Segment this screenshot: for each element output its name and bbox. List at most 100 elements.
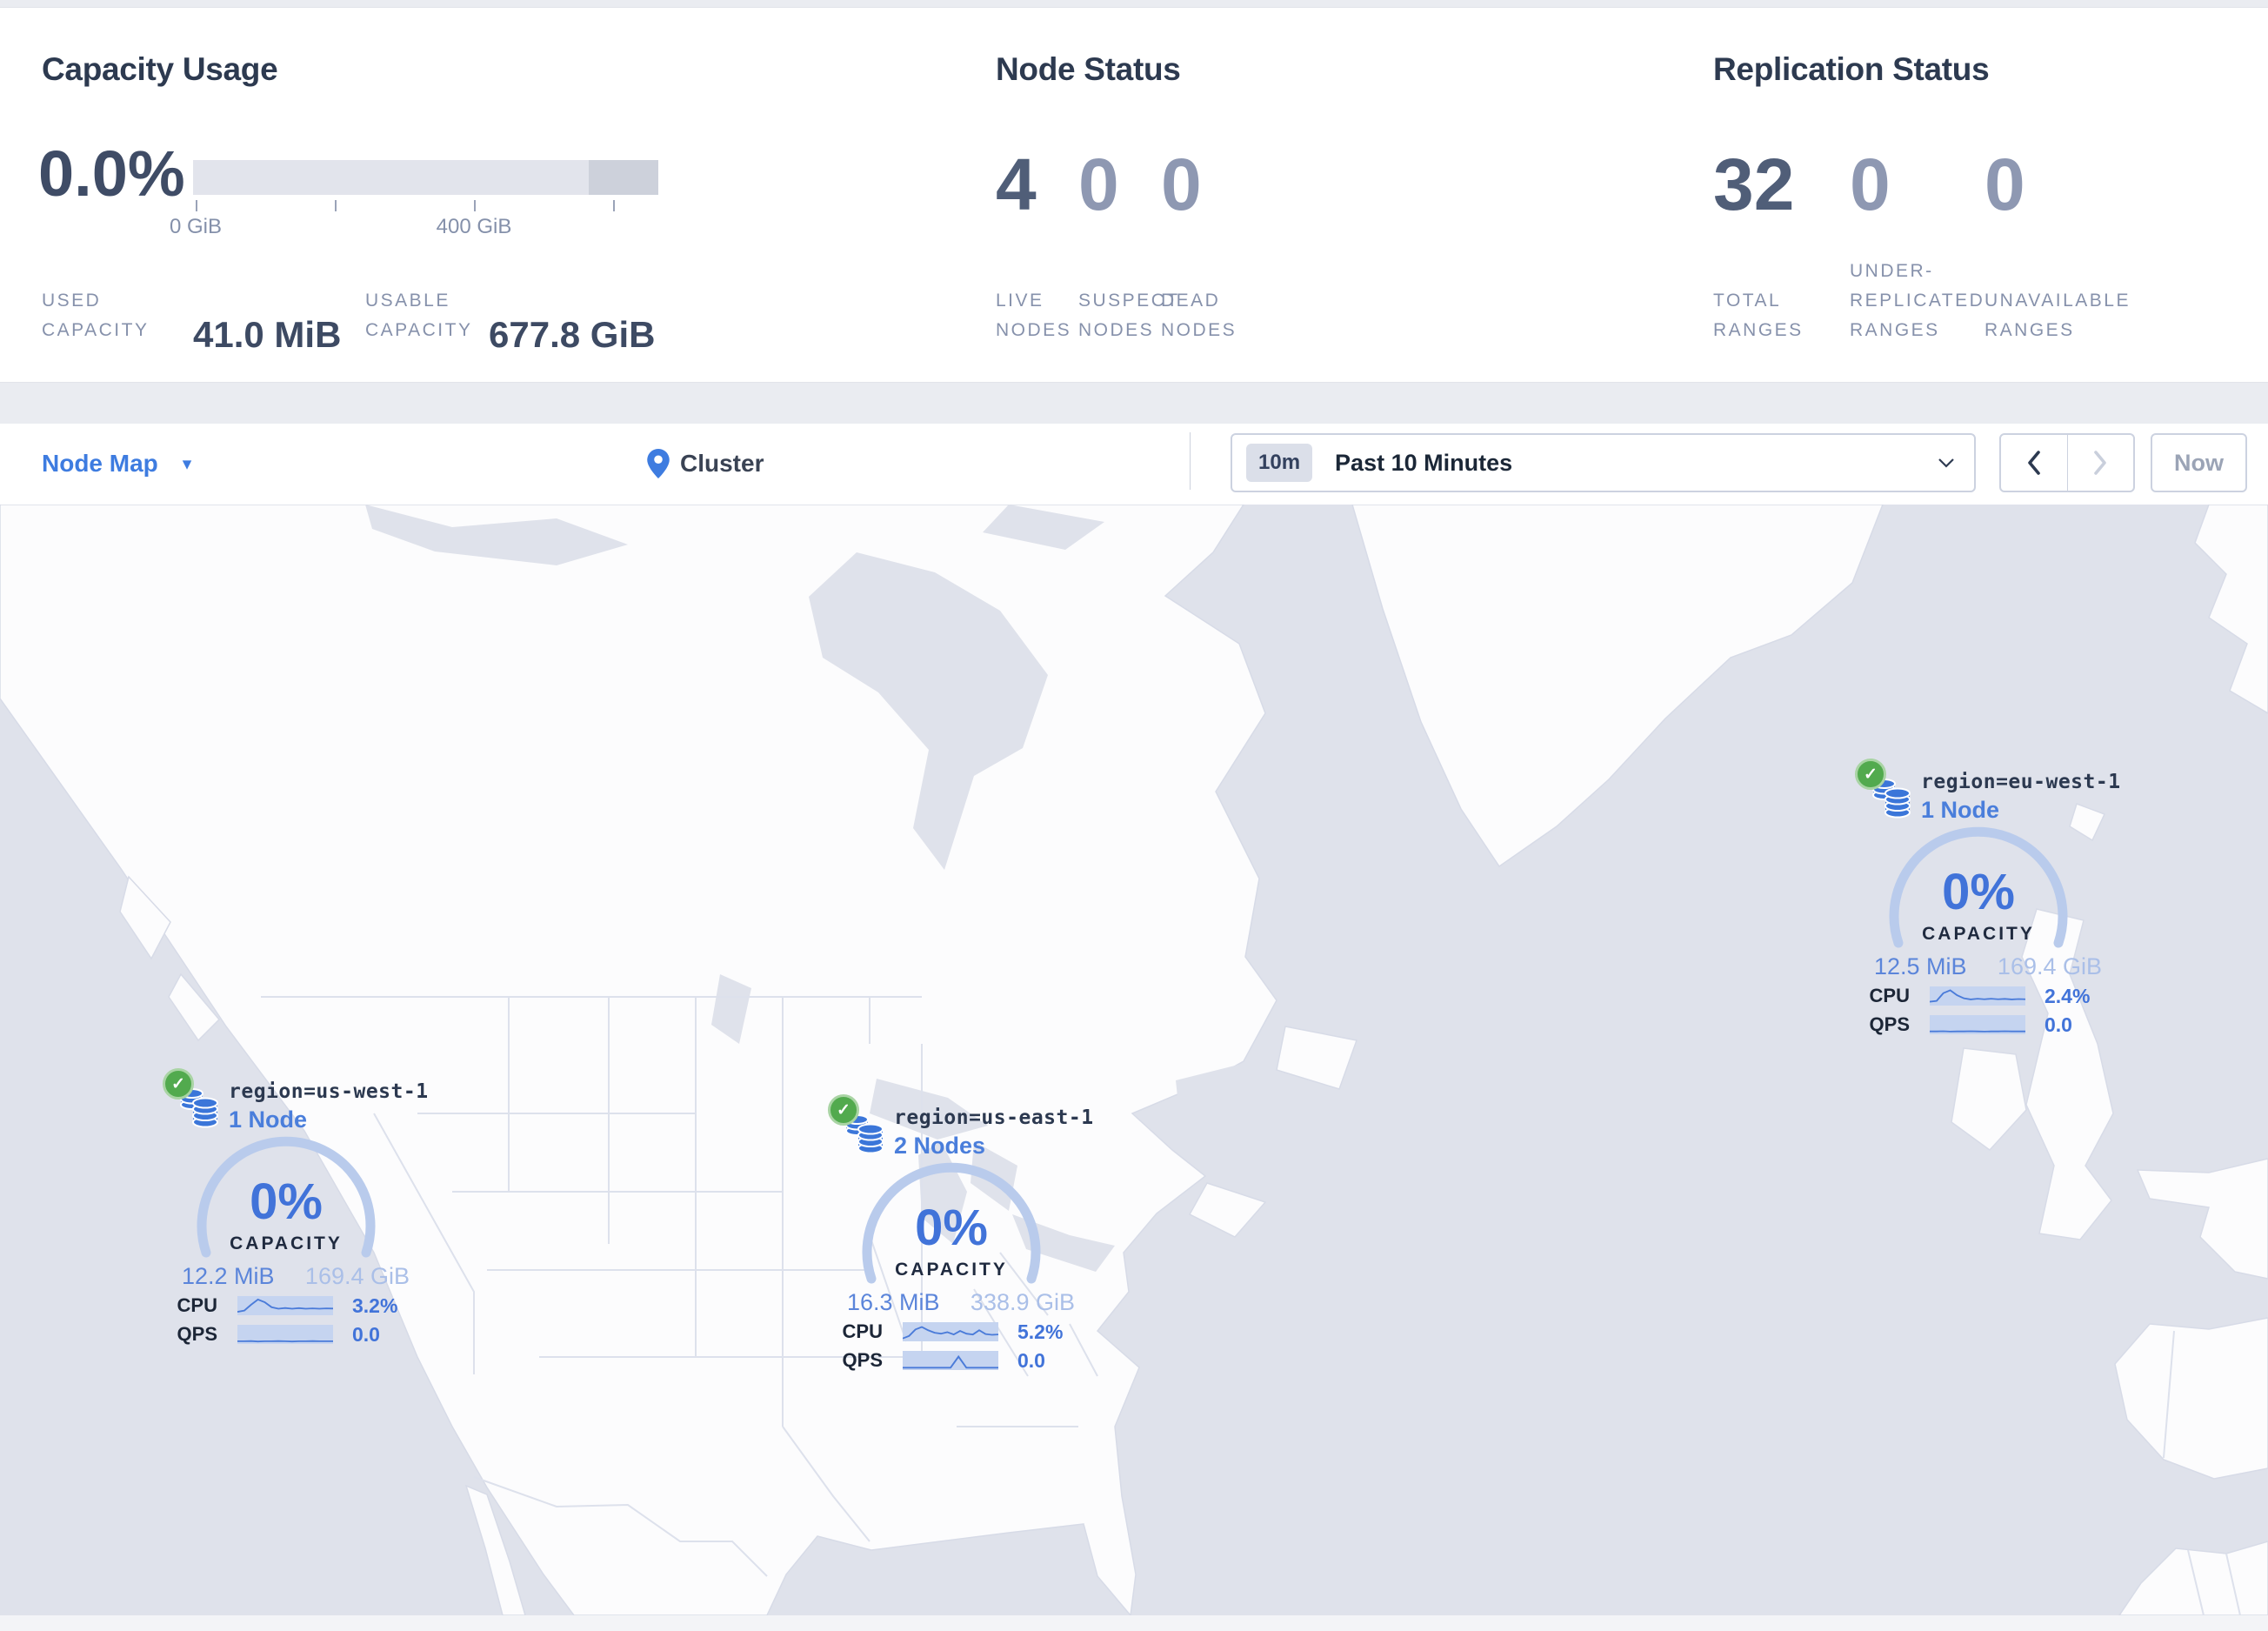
qps-row: QPS 0.0 [163,1323,424,1346]
label-line: NODES [996,320,1072,340]
label-line: LIVE [996,291,1044,311]
region-node-count: 2 Nodes [894,1133,986,1159]
used-capacity-label: USED CAPACITY [42,254,149,345]
axis-tick [335,200,337,211]
next-time-button[interactable] [2068,435,2134,491]
previous-time-button[interactable] [2001,435,2068,491]
total-ranges-count: 32 [1713,144,1795,225]
region-node-count: 1 Node [229,1106,308,1133]
axis-tick-label: 400 GiB [436,215,512,238]
label-line: RANGES [1850,320,1940,340]
under-replicated-ranges-label: UNDER- REPLICATED RANGES [1850,254,1984,345]
cpu-row: CPU 5.2% [828,1320,1089,1343]
cpu-value: 3.2% [352,1293,398,1317]
breadcrumb[interactable]: Cluster [647,443,764,485]
label-line: CAPACITY [42,320,150,340]
cpu-sparkline [1930,986,2025,1006]
region-marker-eu-west-1[interactable]: ✓ region=eu-west-1 1 Node 0% CAPACITY 12… [1855,759,2120,1050]
capacity-values-row: 16.3 MiB 338.9 GiB [847,1289,1075,1316]
check-glyph: ✓ [171,1074,185,1093]
capacity-values-row: 12.2 MiB 169.4 GiB [182,1263,410,1290]
time-window-badge: 10m [1246,444,1313,482]
cpu-value: 5.2% [1017,1320,1064,1343]
label-line: RANGES [1713,320,1804,340]
label-line: USABLE [365,291,450,311]
check-glyph: ✓ [837,1100,850,1120]
qps-label: QPS [842,1349,883,1371]
breadcrumb-cluster-label: Cluster [680,450,764,477]
capacity-bar [193,160,658,195]
replication-status-title: Replication Status [1713,51,1990,87]
cpu-label: CPU [1869,985,1910,1006]
node-live-check-icon: ✓ [1855,759,1886,790]
label-line: DEAD [1161,291,1221,311]
suspect-nodes-count: 0 [1078,144,1119,225]
dead-nodes-count: 0 [1161,144,1202,225]
cpu-row: CPU 2.4% [1855,985,2116,1007]
capacity-percent: 0.0% [38,137,185,210]
region-label: region=eu-west-1 [1921,771,2121,793]
capacity-bar-unusable-segment [589,160,658,195]
map-bottom-strip [0,1615,2268,1631]
cpu-value: 2.4% [2045,984,2091,1007]
axis-tick-label: 0 GiB [169,215,223,238]
qps-sparkline [1930,1015,2025,1034]
used-capacity: 12.5 MiB [1874,953,1967,979]
qps-sparkline [237,1325,333,1344]
cpu-sparkline [903,1322,998,1341]
cpu-label: CPU [177,1294,217,1316]
under-replicated-ranges-count: 0 [1850,144,1891,225]
view-selector-dropdown[interactable]: Node Map ▾ [42,445,191,483]
qps-sparkline [903,1351,998,1370]
qps-label: QPS [1869,1013,1910,1035]
qps-value: 0.0 [2045,1013,2072,1036]
usable-capacity-value: 677.8 GiB [489,314,656,355]
used-capacity: 12.2 MiB [182,1263,275,1289]
qps-value: 0.0 [1017,1348,1045,1372]
usable-capacity-label: USABLE CAPACITY [365,254,472,345]
caret-down-icon: ▾ [182,453,192,474]
used-capacity-value: 41.0 MiB [193,314,342,355]
axis-tick [196,200,197,211]
node-live-check-icon: ✓ [163,1068,194,1100]
view-selector-label: Node Map [42,450,158,477]
cpu-row: CPU 3.2% [163,1294,424,1317]
total-capacity: 169.4 GiB [1997,953,2102,979]
label-line: USED [42,291,102,311]
cpu-sparkline [237,1296,333,1315]
qps-value: 0.0 [352,1322,380,1346]
region-label: region=us-east-1 [894,1106,1094,1129]
node-status-title: Node Status [996,51,1181,87]
chevron-right-icon [2094,451,2107,475]
world-map [0,505,2268,1615]
region-marker-us-west-1[interactable]: ✓ region=us-west-1 1 Node 0% CAPACITY 12… [163,1068,428,1360]
label-line: UNDER- [1850,261,1934,281]
time-window-label: Past 10 Minutes [1335,449,1513,476]
dead-nodes-label: DEAD NODES [1161,254,1237,345]
label-line: UNAVAILABLE [1984,291,2131,311]
total-ranges-label: TOTAL RANGES [1713,254,1804,345]
cluster-summary-bar: Capacity Usage 0.0% 0 GiB 400 GiB USED C… [0,7,2268,383]
time-range-dropdown[interactable]: 10m Past 10 Minutes [1231,433,1976,492]
label-line: NODES [1161,320,1237,340]
axis-tick [474,200,476,211]
capacity-percent-value: 0% [1942,864,2015,920]
toolbar-divider [1190,432,1191,490]
label-line: RANGES [1984,320,2075,340]
qps-row: QPS 0.0 [828,1349,1089,1372]
qps-label: QPS [177,1323,217,1345]
capacity-percent-value: 0% [915,1200,988,1256]
region-node-count: 1 Node [1921,797,2000,823]
now-button[interactable]: Now [2151,433,2247,492]
axis-tick [613,200,615,211]
cpu-label: CPU [842,1320,883,1342]
label-line: CAPACITY [365,320,473,340]
label-line: REPLICATED [1850,291,1985,311]
unavailable-ranges-count: 0 [1984,144,2025,225]
capacity-values-row: 12.5 MiB 169.4 GiB [1874,953,2102,980]
region-label: region=us-west-1 [229,1080,429,1103]
capacity-percent-value: 0% [250,1173,323,1230]
region-marker-us-east-1[interactable]: ✓ region=us-east-1 2 Nodes 0% CAPACITY 1… [828,1094,1093,1386]
chevron-down-icon [1938,458,1954,468]
capacity-caption: CAPACITY [230,1233,343,1253]
